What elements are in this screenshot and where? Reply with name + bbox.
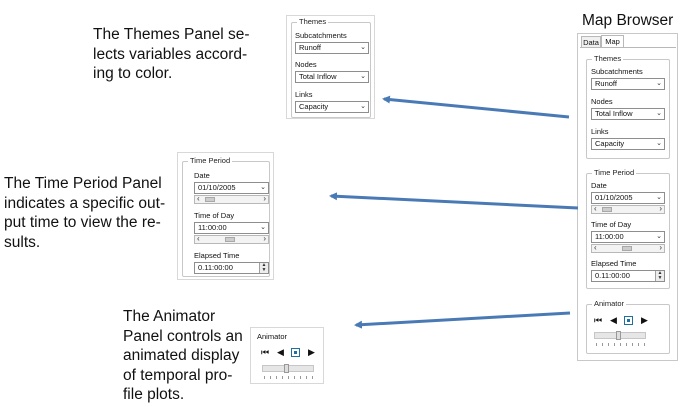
time-period-arrow [329,192,579,210]
callout-arrows [329,95,579,329]
themes-arrow [382,95,570,119]
animator-arrow [354,311,571,329]
